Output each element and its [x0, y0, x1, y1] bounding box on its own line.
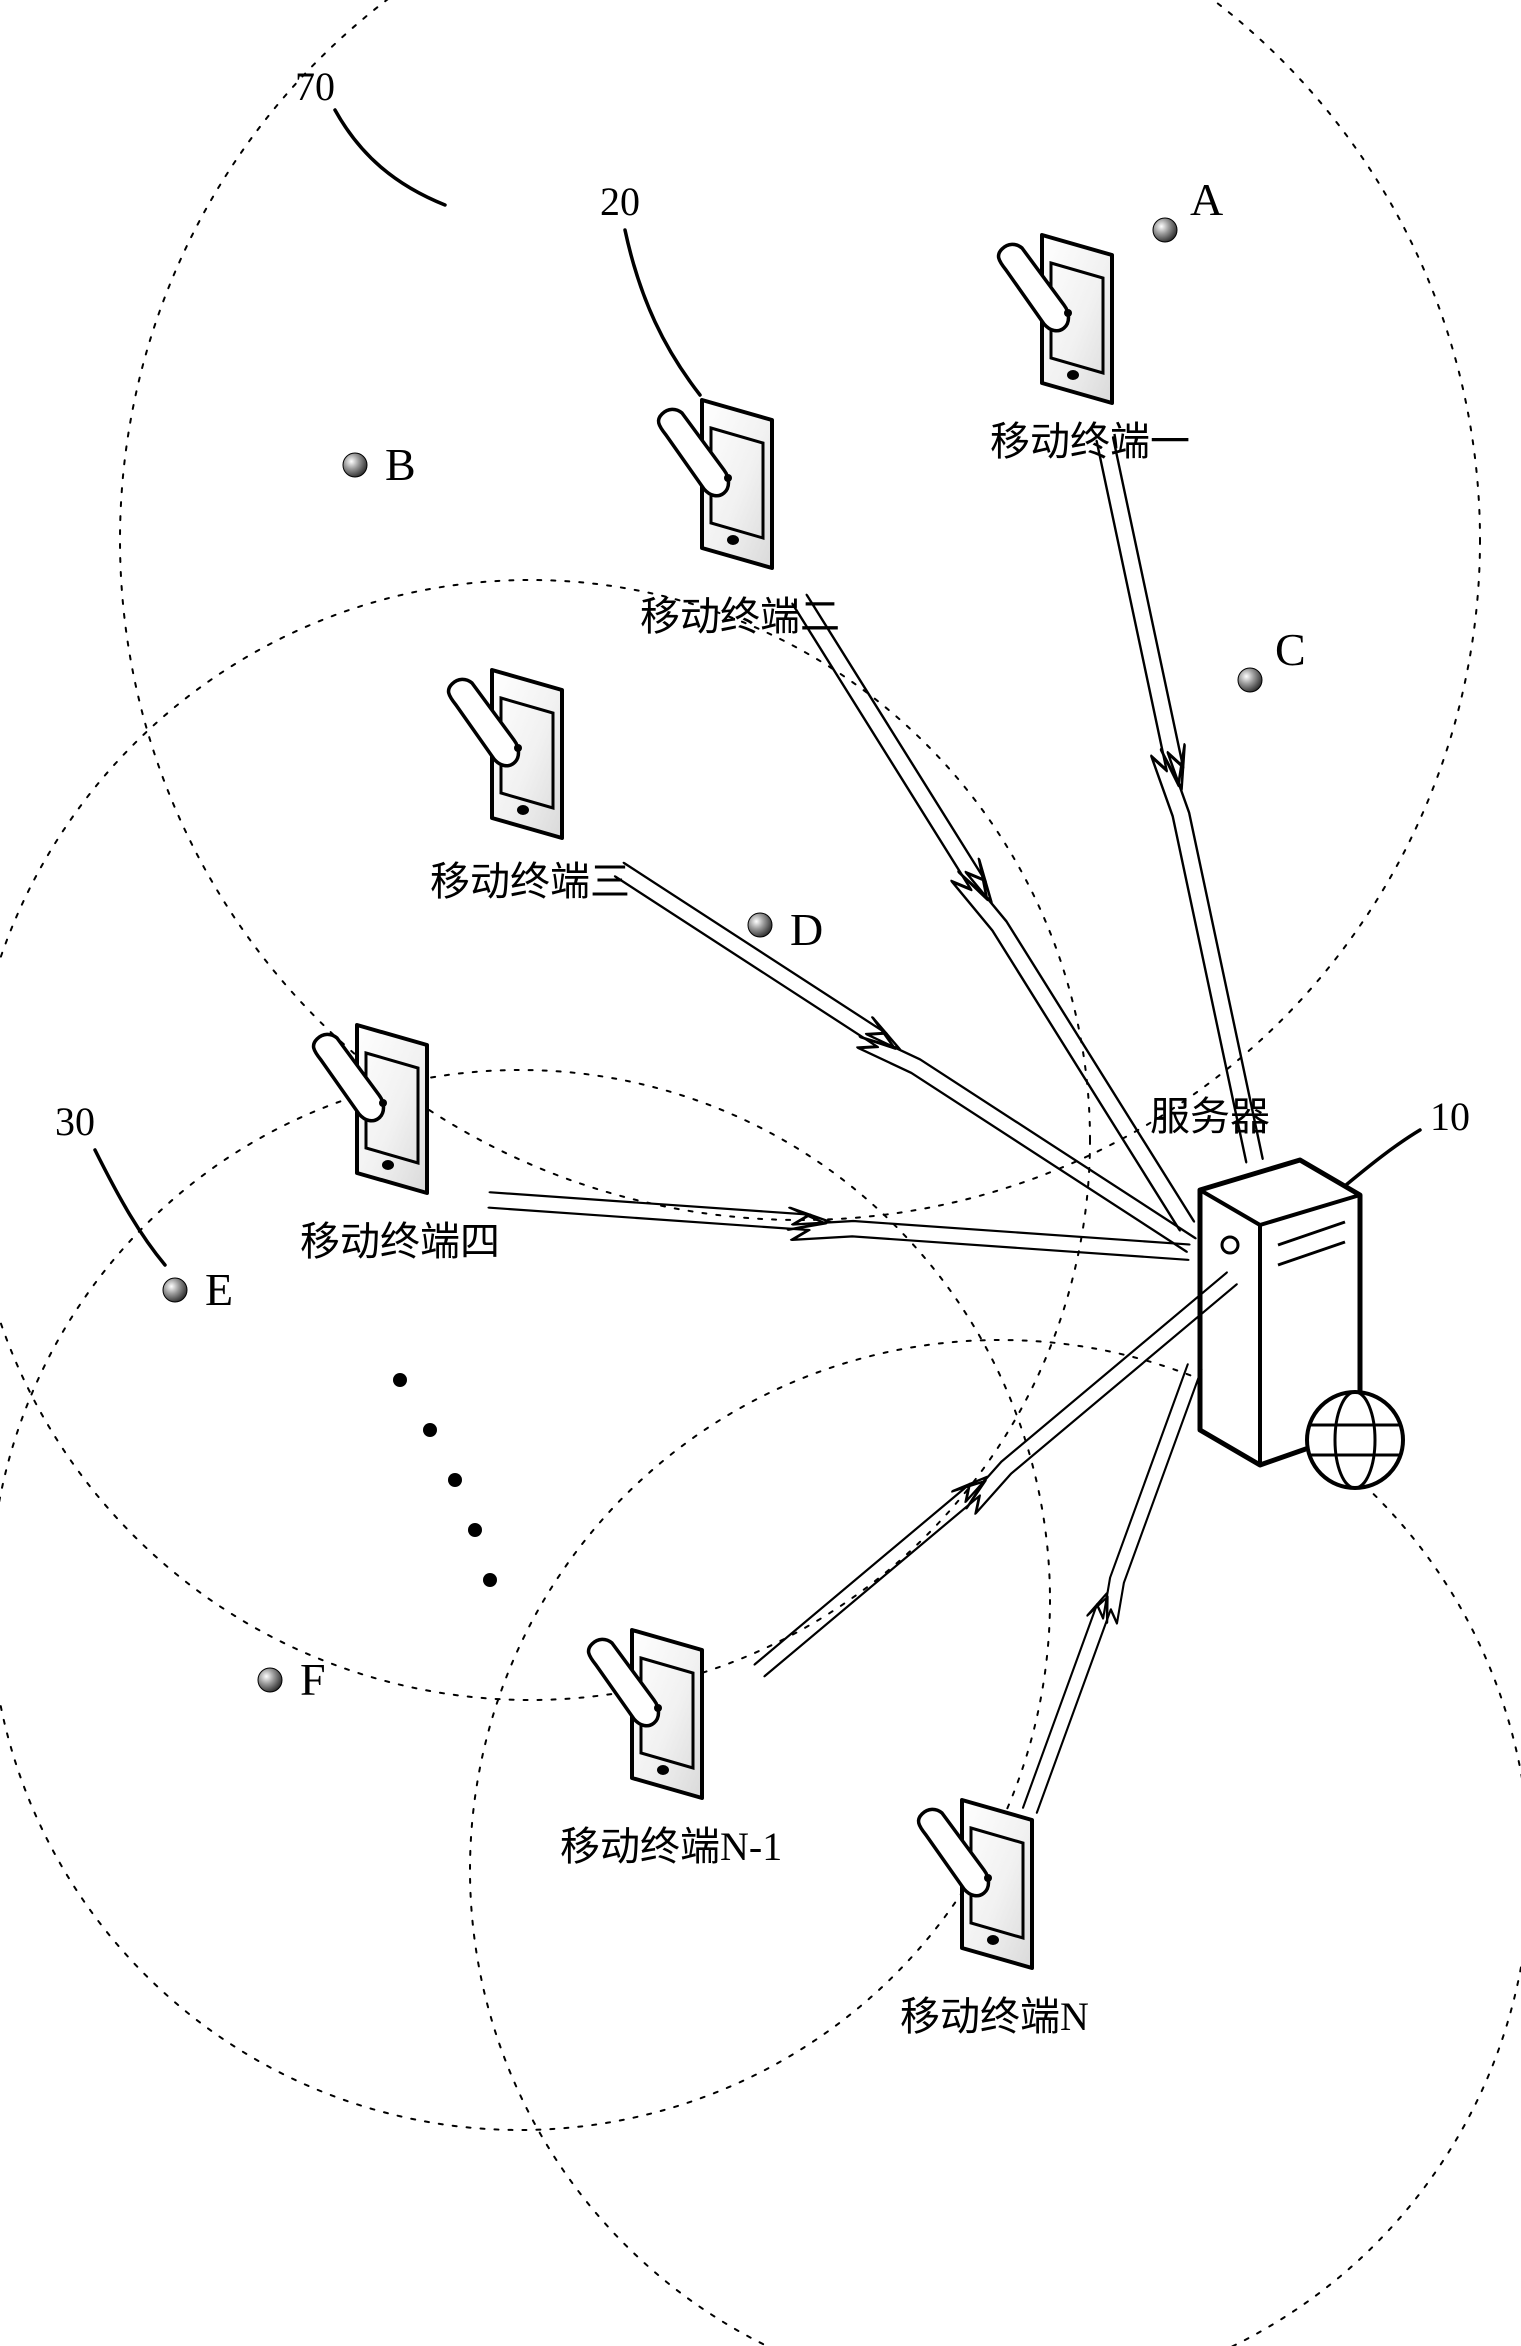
- link-t1: [1085, 437, 1272, 1163]
- ref-20: 20: [600, 179, 700, 395]
- ref-10: 10: [1340, 1094, 1470, 1190]
- server: [1200, 1160, 1403, 1488]
- mobile-terminal-2: [659, 400, 772, 568]
- ref-30-text: 30: [55, 1099, 95, 1144]
- mobile-terminal-4-label: 移动终端四: [300, 1219, 500, 1264]
- zone-lower-left: [0, 1070, 1050, 2130]
- ref-70: 70: [295, 64, 445, 205]
- point-D-label: D: [790, 904, 823, 955]
- point-D: D: [748, 904, 823, 955]
- ref-20-text: 20: [600, 179, 640, 224]
- mobile-terminal-3: [449, 670, 562, 838]
- link-t3: [609, 858, 1200, 1258]
- point-F: F: [258, 1654, 326, 1705]
- point-E-label: E: [205, 1264, 233, 1315]
- mobile-terminal-3-label: 移动终端三: [430, 859, 630, 904]
- mobile-terminal-1: [999, 235, 1112, 403]
- network-diagram: 70 20 30 10 A B C D E F: [0, 0, 1521, 2346]
- point-A: A: [1153, 174, 1223, 242]
- mobile-terminal-n-label: 移动终端N: [900, 1994, 1089, 2039]
- ellipsis-dots: [393, 1373, 497, 1587]
- point-C-label: C: [1275, 624, 1306, 675]
- link-tn: [1018, 1362, 1208, 1816]
- point-C: C: [1238, 624, 1306, 692]
- point-B-label: B: [385, 439, 416, 490]
- mobile-terminal-n-1-label: 移动终端N-1: [560, 1824, 782, 1869]
- ref-10-text: 10: [1430, 1094, 1470, 1139]
- link-tn1: [752, 1266, 1242, 1684]
- point-A-label: A: [1190, 174, 1223, 225]
- point-F-label: F: [300, 1654, 326, 1705]
- mobile-terminal-n-1: [589, 1630, 702, 1798]
- mobile-terminal-n: [919, 1800, 1032, 1968]
- mobile-terminal-4: [314, 1025, 427, 1193]
- point-B: B: [343, 439, 416, 490]
- ref-70-text: 70: [295, 64, 335, 109]
- server-label: 服务器: [1150, 1094, 1270, 1139]
- link-t2: [783, 592, 1202, 1234]
- mobile-terminal-1-label: 移动终端一: [990, 419, 1190, 464]
- ref-30: 30: [55, 1099, 165, 1265]
- point-E: E: [163, 1264, 233, 1315]
